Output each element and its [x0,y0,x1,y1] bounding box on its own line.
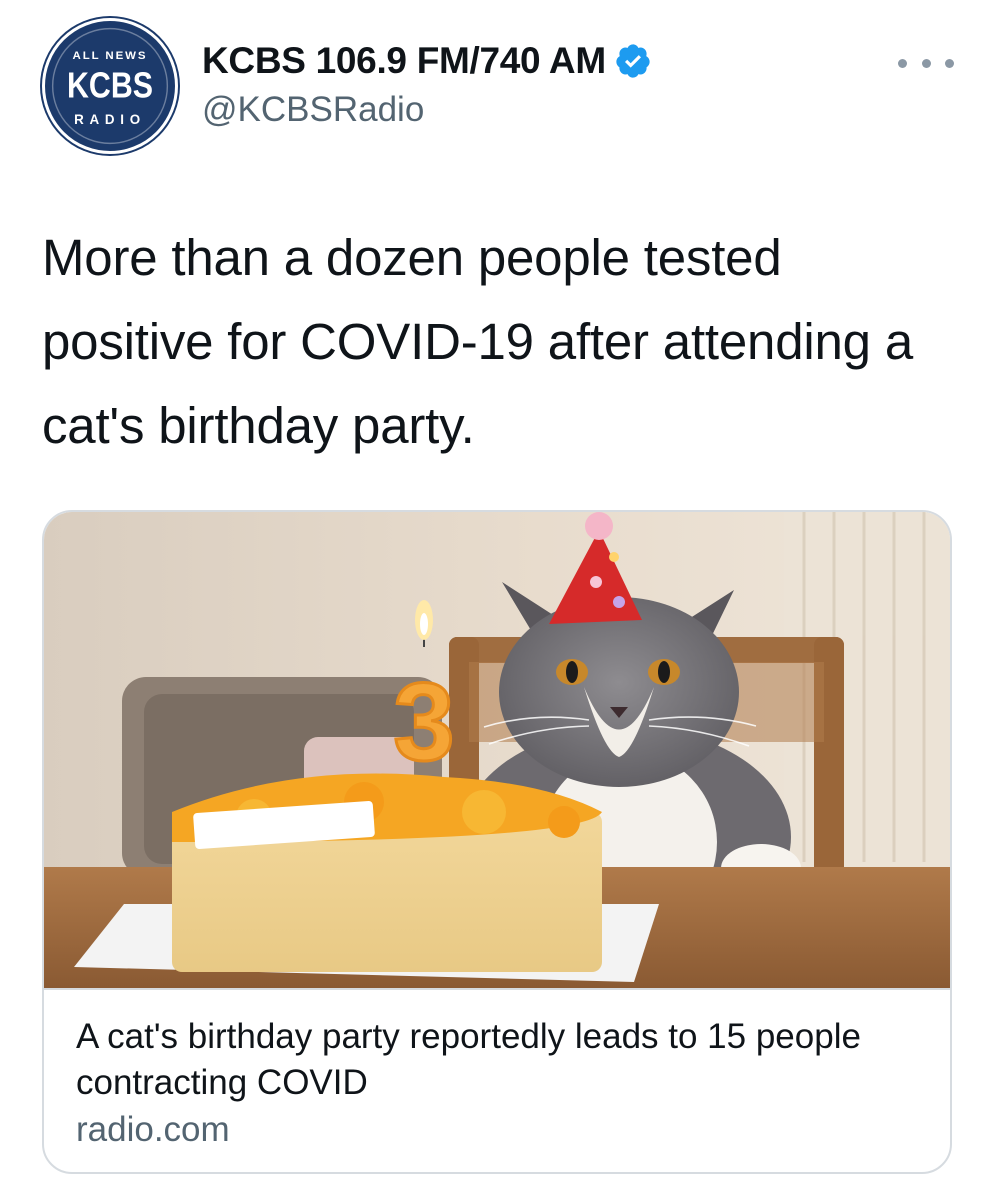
avatar-top-text: ALL NEWS [73,50,148,62]
card-title[interactable]: A cat's birthday party reportedly leads … [76,1014,916,1106]
avatar[interactable]: ALL NEWS KCBS RADIO [42,18,178,154]
kcbs-logo: ALL NEWS KCBS RADIO [46,22,174,150]
verified-badge-icon [616,44,650,78]
account-name-row[interactable]: KCBS 106.9 FM/740 AM [202,40,652,82]
dot [945,58,954,68]
avatar-main-text: KCBS [67,64,153,105]
avatar-bottom-text: RADIO [74,112,146,127]
display-name[interactable]: KCBS 106.9 FM/740 AM [202,40,606,82]
cat-birthday-photo[interactable]: 3 [44,512,950,988]
link-card[interactable]: 3 A cat's birthday party reportedly lead… [42,510,952,1174]
more-dots-icon[interactable] [898,46,954,80]
card-divider [44,988,950,990]
account-handle[interactable]: @KCBSRadio [202,90,424,130]
candle-number: 3 [393,661,454,784]
dot [898,58,907,68]
tweet-text: More than a dozen people tested positive… [42,229,913,454]
card-domain[interactable]: radio.com [76,1110,230,1150]
dot [921,58,931,68]
